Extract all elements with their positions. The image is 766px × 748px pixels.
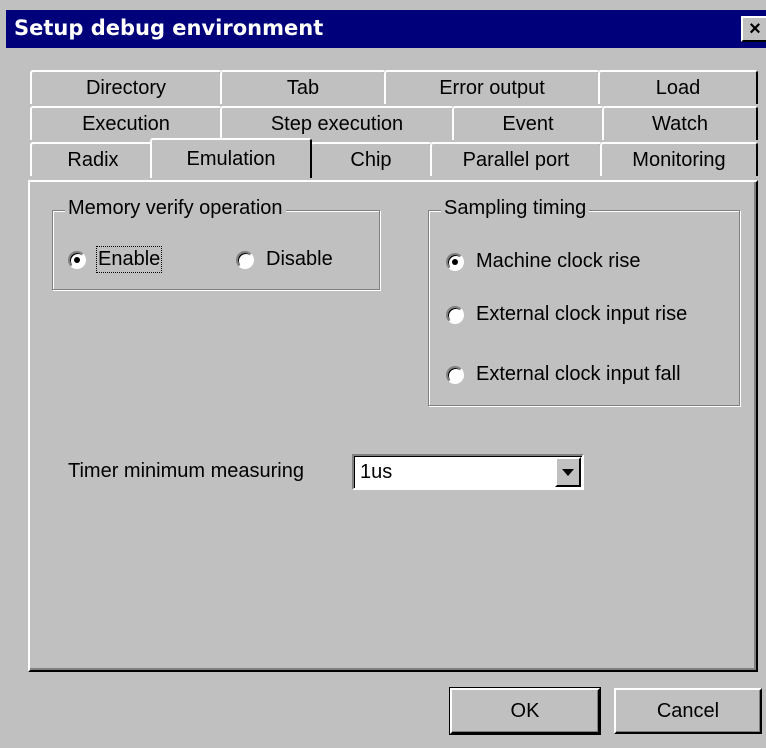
tab-parallel-port[interactable]: Parallel port bbox=[430, 142, 602, 176]
tab-event[interactable]: Event bbox=[452, 106, 604, 140]
sampling-timing-label: Sampling timing bbox=[441, 197, 590, 220]
title-bar[interactable]: Setup debug environment × bbox=[6, 10, 766, 48]
window-title: Setup debug environment bbox=[14, 16, 324, 40]
chevron-down-icon bbox=[562, 468, 574, 476]
tab-watch[interactable]: Watch bbox=[602, 106, 758, 140]
radio-unchecked-icon bbox=[446, 365, 464, 384]
timer-value: 1us bbox=[360, 461, 393, 483]
timer-select[interactable]: 1us bbox=[352, 454, 584, 490]
dropdown-button[interactable] bbox=[555, 457, 581, 487]
memory-verify-label: Memory verify operation bbox=[65, 197, 286, 220]
radio-unchecked-icon bbox=[446, 305, 464, 324]
enable-radio[interactable]: Enable bbox=[68, 246, 163, 273]
ok-button[interactable]: OK bbox=[449, 687, 601, 735]
tab-emulation[interactable]: Emulation bbox=[150, 138, 312, 178]
radio-checked-icon bbox=[68, 250, 86, 269]
disable-radio[interactable]: Disable bbox=[236, 248, 333, 271]
external-clock-fall-radio[interactable]: External clock input fall bbox=[446, 363, 681, 386]
tab-execution[interactable]: Execution bbox=[30, 106, 222, 140]
tab-directory[interactable]: Directory bbox=[30, 70, 222, 104]
machine-clock-rise-radio[interactable]: Machine clock rise bbox=[446, 250, 641, 273]
tab-monitoring[interactable]: Monitoring bbox=[600, 142, 758, 176]
external-clock-rise-radio[interactable]: External clock input rise bbox=[446, 303, 687, 326]
tab-step-execution[interactable]: Step execution bbox=[220, 106, 454, 140]
cancel-button[interactable]: Cancel bbox=[614, 688, 762, 734]
dialog-window: Setup debug environment × Directory Tab … bbox=[0, 0, 766, 748]
radio-checked-icon bbox=[446, 252, 464, 271]
tab-error-output[interactable]: Error output bbox=[384, 70, 600, 104]
tab-load[interactable]: Load bbox=[598, 70, 758, 104]
tab-radix[interactable]: Radix bbox=[30, 142, 156, 176]
close-icon: × bbox=[749, 18, 761, 40]
timer-label: Timer minimum measuring bbox=[68, 460, 304, 482]
close-button[interactable]: × bbox=[741, 16, 766, 42]
tab-chip[interactable]: Chip bbox=[310, 142, 432, 176]
radio-unchecked-icon bbox=[236, 250, 254, 269]
tab-tab[interactable]: Tab bbox=[220, 70, 386, 104]
